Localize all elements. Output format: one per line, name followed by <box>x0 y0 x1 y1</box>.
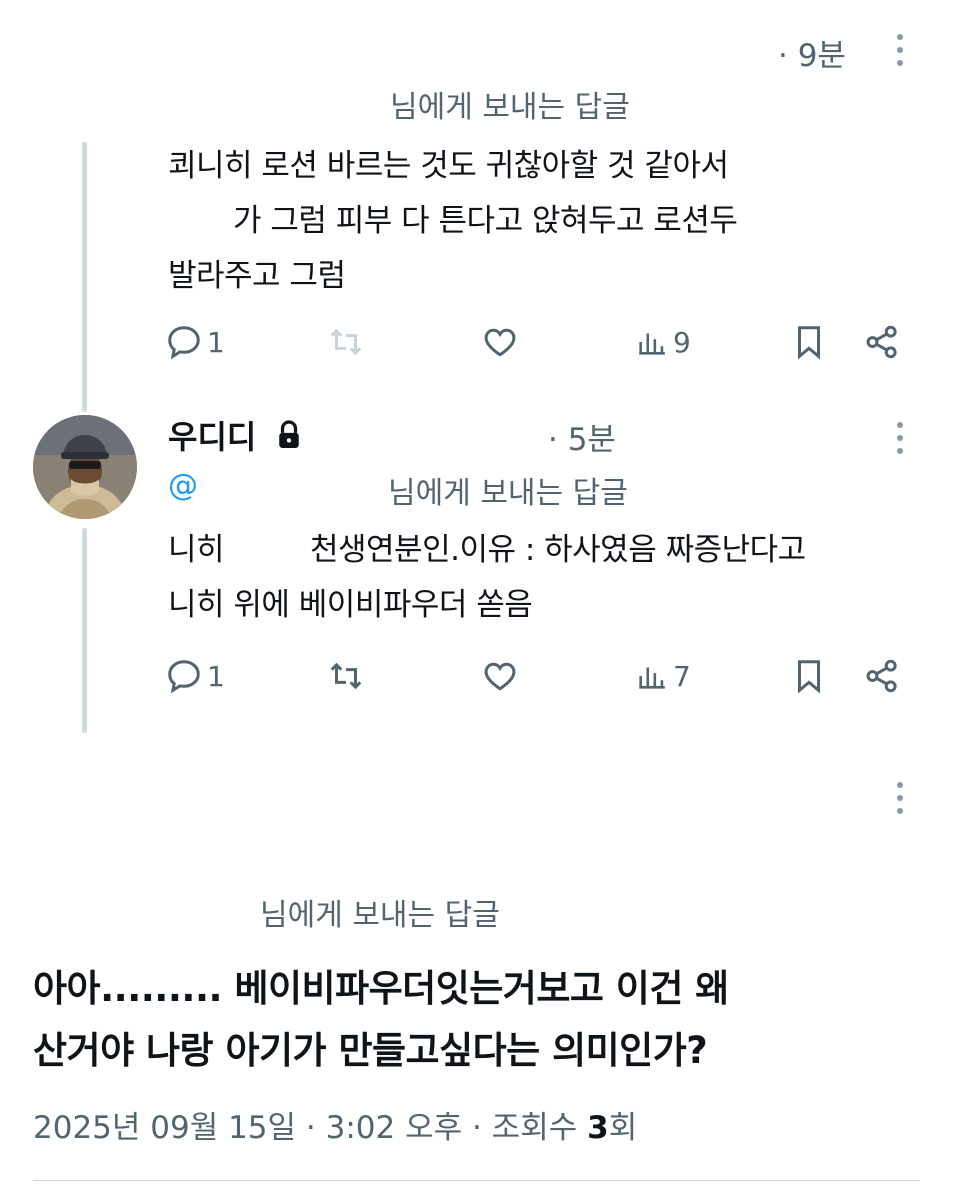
views-count: 3 <box>587 1110 609 1146</box>
more-icon[interactable] <box>885 30 915 70</box>
more-icon[interactable] <box>885 418 915 458</box>
views-icon <box>639 333 665 355</box>
tweet1-line-2: 가 그럼 피부 다 튼다고 앉혀두고 로션두 <box>233 203 738 239</box>
retweet-button[interactable] <box>327 323 365 361</box>
tweet-meta: 2025년 09월 15일 · 3:02 오후 · 조회수 3회 <box>33 1102 637 1147</box>
lock-icon <box>276 419 302 455</box>
bookmark-button[interactable] <box>790 323 828 361</box>
heart-icon <box>484 662 516 691</box>
reply-to-label: 님에게 보내는 답글 <box>388 476 628 511</box>
tweet2-line-2: 니히 위에 베이비파우더 쏟음 <box>168 587 533 623</box>
tweet-date[interactable]: 2025년 09월 15일 · 3:02 오후 · 조회수 <box>33 1110 577 1146</box>
views-button[interactable]: 9 <box>635 323 691 361</box>
views-unit: 회 <box>608 1110 638 1146</box>
display-name[interactable]: 우디디 <box>168 412 256 458</box>
tweet2-line-1b: 천생연분인.이유 : 하사였음 짜증난다고 <box>310 532 806 568</box>
more-icon[interactable] <box>885 778 915 818</box>
reply-count: 1 <box>207 325 225 359</box>
share-button[interactable] <box>862 657 902 695</box>
like-button[interactable] <box>481 323 519 361</box>
divider <box>33 1180 920 1181</box>
main-text-line-1: 아아......... 베이비파우더잇는거보고 이건 왜 <box>33 967 729 1010</box>
share-button[interactable] <box>862 323 902 361</box>
avatar[interactable] <box>33 415 137 519</box>
reply-icon <box>168 660 200 694</box>
reply-button[interactable]: 1 <box>165 657 225 695</box>
retweet-icon <box>330 662 362 690</box>
reply-icon <box>168 326 200 360</box>
thread-line <box>82 528 87 733</box>
share-icon <box>866 659 897 693</box>
bookmark-icon <box>797 326 821 360</box>
views-icon <box>639 667 665 689</box>
bookmark-icon <box>797 660 821 694</box>
tweet1-line-1: 쾨니히 로션 바르는 것도 귀찮아할 것 같아서 <box>168 148 729 184</box>
heart-icon <box>484 328 516 357</box>
reply-to-label: 님에게 보내는 답글 <box>390 90 630 125</box>
views-count: 9 <box>673 325 691 359</box>
thread-line <box>82 142 87 412</box>
reply-button[interactable]: 1 <box>165 323 225 361</box>
reply-to-label: 님에게 보내는 답글 <box>260 898 500 933</box>
handle[interactable]: @ <box>168 468 198 503</box>
avatar-image <box>33 415 137 519</box>
share-icon <box>866 325 897 359</box>
views-button[interactable]: 7 <box>635 657 691 695</box>
tweet1-line-3: 발라주고 그럼 <box>168 258 346 294</box>
reply-count: 1 <box>207 659 225 693</box>
retweet-button[interactable] <box>327 657 365 695</box>
like-button[interactable] <box>481 657 519 695</box>
views-count: 7 <box>673 659 691 693</box>
retweet-icon <box>330 328 362 356</box>
main-text-line-2: 산거야 나랑 아기가 만들고싶다는 의미인가? <box>33 1029 708 1072</box>
tweet2-time[interactable]: · 5분 <box>548 414 616 459</box>
tweet2-line-1a: 니히 <box>168 532 225 568</box>
tweet1-time[interactable]: · 9분 <box>778 30 846 75</box>
bookmark-button[interactable] <box>790 657 828 695</box>
